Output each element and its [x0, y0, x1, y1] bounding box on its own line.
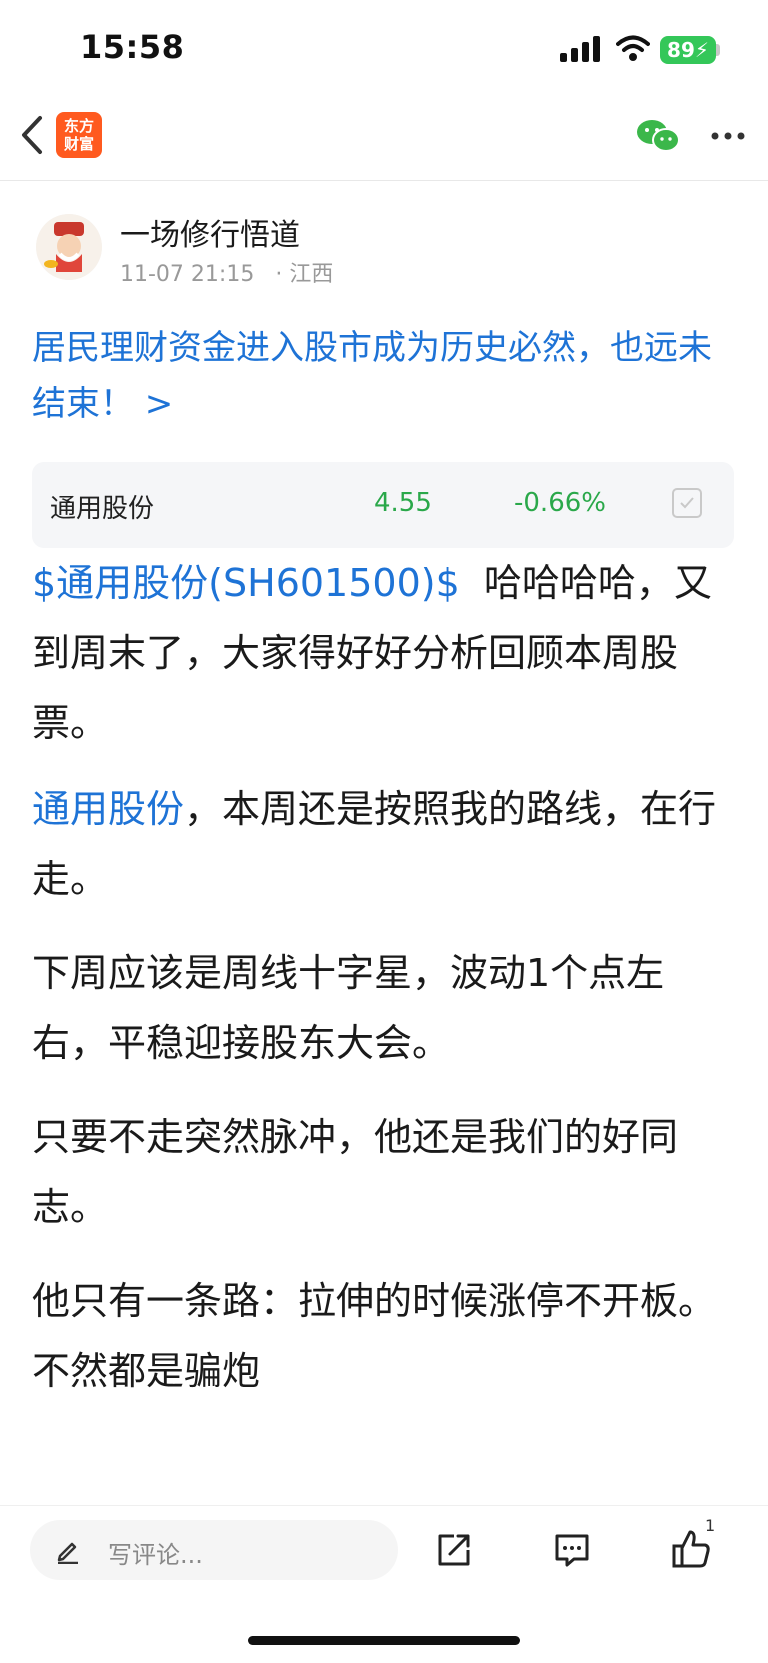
post-meta: 11-07 21:15 · 江西 [120, 256, 333, 288]
post-headline-link[interactable]: 居民理财资金进入股市成为历史必然，也远未结束！ > [32, 320, 738, 432]
share-icon[interactable] [434, 1530, 474, 1570]
wechat-share-icon[interactable] [636, 118, 680, 154]
stock-change: -0.66% [514, 488, 606, 518]
avatar-illustration-icon [36, 214, 102, 280]
app-logo[interactable]: 东方 财富 [56, 112, 102, 158]
stock-price: 4.55 [374, 488, 432, 518]
paragraph-4: 只要不走突然脉冲，他还是我们的好同志。 [32, 1115, 679, 1229]
comment-input[interactable]: 写评论... [30, 1520, 398, 1580]
post-timestamp: 11-07 21:15 [120, 262, 255, 287]
status-time: 15:58 [80, 28, 185, 66]
stock-quote-card[interactable]: 通用股份 4.55 -0.66% [32, 462, 734, 548]
logo-text-1: 东方 [63, 117, 94, 135]
post-location: · 江西 [275, 262, 334, 287]
paragraph-3: 下周应该是周线十字星，波动1个点左右，平稳迎接股东大会。 [32, 951, 665, 1065]
charging-icon: ⚡ [694, 38, 709, 62]
stock-name: 通用股份 [50, 494, 155, 524]
paragraph-2: 通用股份，本周还是按照我的路线，在行走。 [32, 774, 740, 914]
stock-mention-link[interactable]: 通用股份 [32, 787, 184, 831]
cellular-signal-icon [560, 36, 600, 62]
stock-tag-link[interactable]: $通用股份(SH601500)$ [32, 561, 460, 605]
watchlist-checkbox-icon[interactable] [672, 488, 702, 518]
wifi-icon [616, 35, 650, 61]
bottom-divider [0, 1505, 768, 1506]
like-count: 1 [705, 1516, 716, 1535]
nav-divider [0, 180, 768, 181]
pen-icon [57, 1542, 78, 1564]
author-name[interactable]: 一场修行悟道 [120, 210, 300, 254]
paragraph-5: 他只有一条路：拉伸的时候涨停不开板。不然都是骗炮 [32, 1279, 717, 1393]
battery-level: 89 [667, 38, 695, 62]
paragraph-1: $通用股份(SH601500)$ 哈哈哈哈，又到周末了，大家得好好分析回顾本周股… [32, 548, 740, 758]
logo-text-2: 财富 [63, 135, 94, 153]
comment-placeholder: 写评论... [108, 1541, 203, 1569]
back-icon[interactable] [18, 112, 48, 158]
home-indicator[interactable] [248, 1636, 520, 1645]
battery-tip [716, 44, 720, 56]
more-icon[interactable] [710, 126, 746, 146]
author-avatar[interactable] [36, 214, 102, 280]
battery-indicator: 89 ⚡ [660, 36, 716, 64]
comments-icon[interactable] [552, 1530, 592, 1570]
